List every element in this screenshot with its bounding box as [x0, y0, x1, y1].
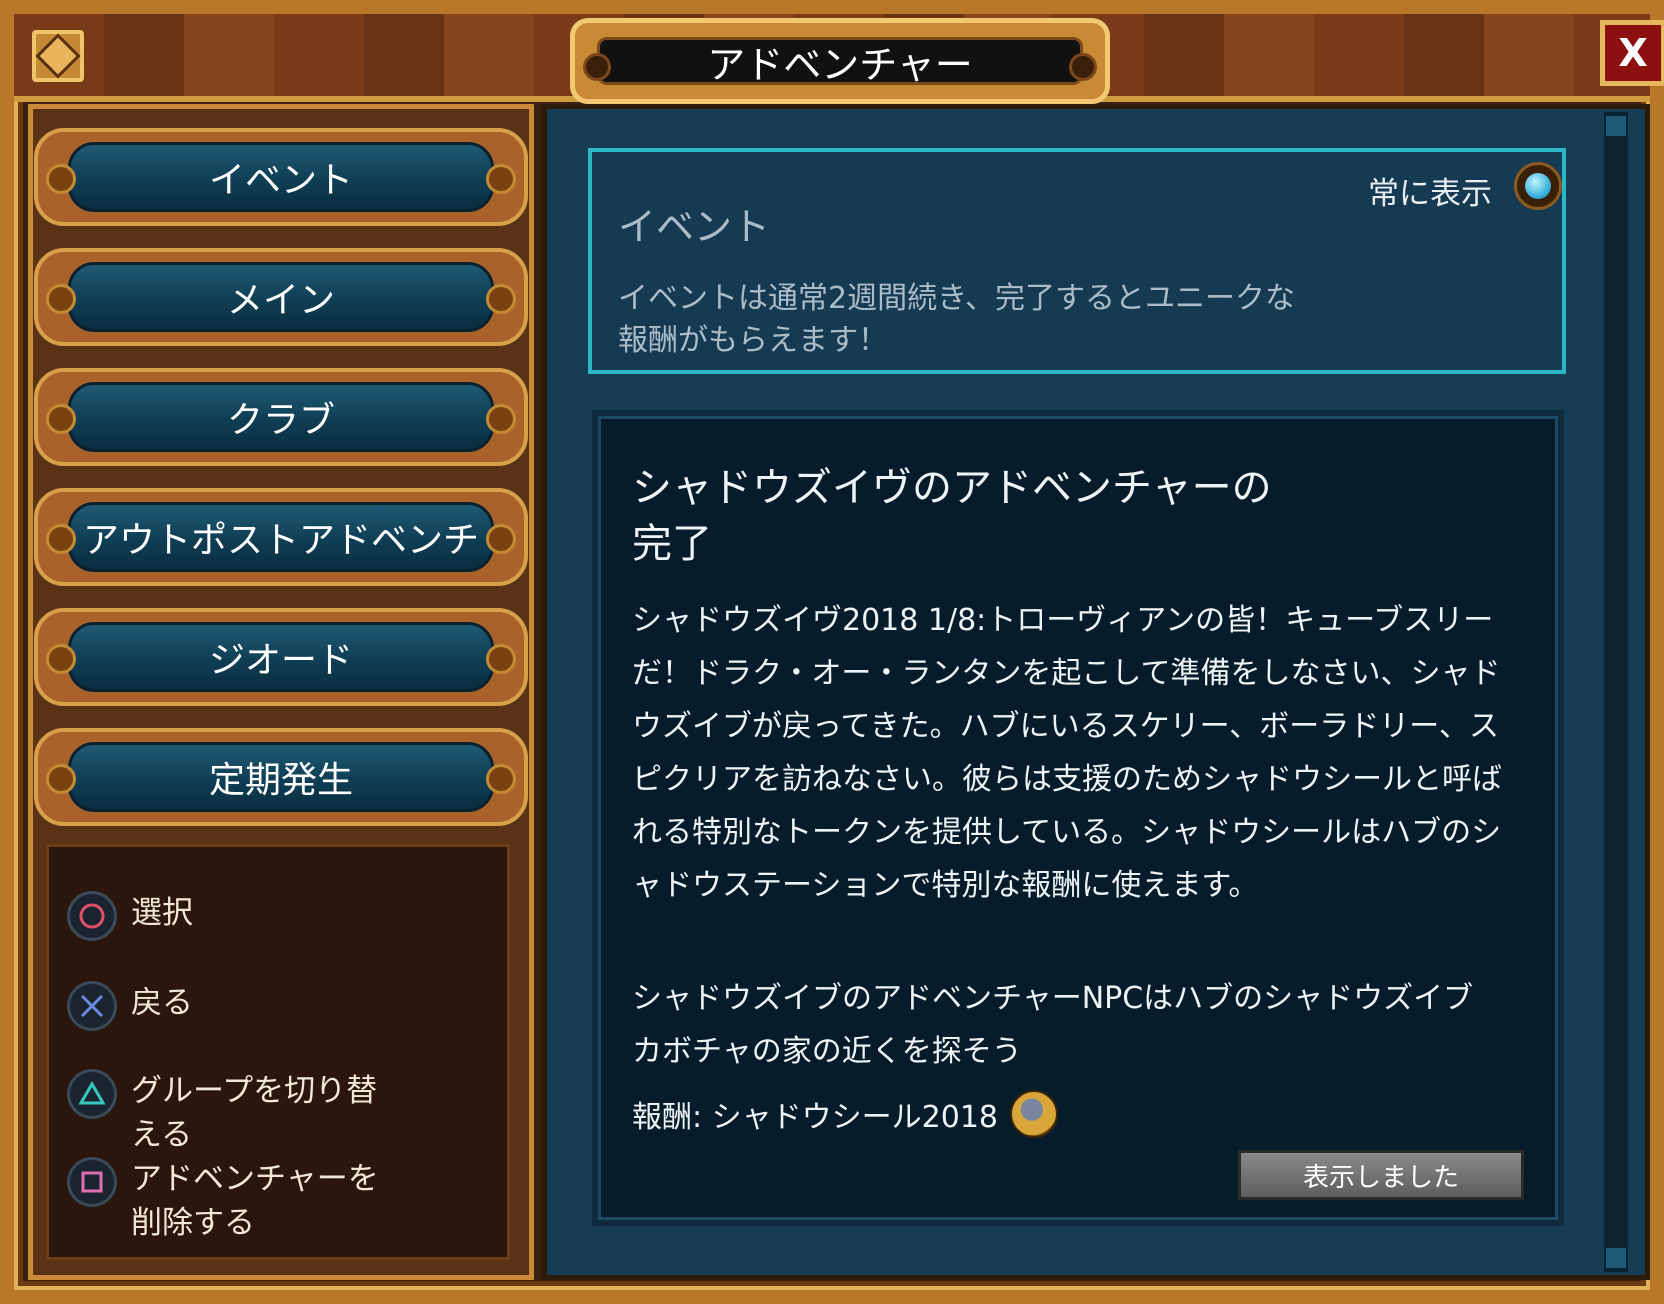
control-hint-delete: アドベンチャーを削除する: [67, 1157, 401, 1245]
bolt-icon: [1069, 53, 1097, 81]
square-button-icon: [67, 1157, 117, 1207]
title-inner: アドベンチャー: [597, 37, 1083, 87]
nav-item-geode[interactable]: ジオード: [28, 604, 534, 710]
nav-item-event[interactable]: イベント: [28, 124, 534, 230]
scroll-up-cap[interactable]: [1606, 116, 1626, 136]
control-hint-back: 戻る: [67, 981, 401, 1031]
nav-item-label: メイン: [68, 262, 494, 332]
close-button[interactable]: X: [1600, 20, 1664, 86]
control-hint-label: 選択: [131, 895, 193, 931]
window-title: アドベンチャー: [707, 42, 973, 87]
nav-item-recurring[interactable]: 定期発生: [28, 724, 534, 830]
knob-icon: [486, 524, 516, 554]
shadow-seal-icon: [1010, 1090, 1058, 1138]
nav-item-club[interactable]: クラブ: [28, 364, 534, 470]
nav-item-label: ジオード: [68, 622, 494, 692]
diamond-icon: [35, 33, 81, 79]
nav-item-outpost[interactable]: アウトポストアドベンチ: [28, 484, 534, 590]
adventure-hint: シャドウズイブのアドベンチャーNPCはハブのシャドウズイブカボチャの家の近くを探…: [632, 981, 1474, 1069]
knob-icon: [46, 284, 76, 314]
knob-icon: [486, 644, 516, 674]
adventure-title: シャドウズイヴのアドベンチャーの完了: [632, 465, 1272, 567]
knob-icon: [46, 764, 76, 794]
circle-button-icon: [67, 891, 117, 941]
reward-row: 報酬: シャドウシール2018: [632, 1090, 1058, 1138]
adventure-description: シャドウズイヴ2018 1/8:トローヴィアンの皆！キューブスリーだ！ドラク・オ…: [632, 603, 1502, 903]
nav-item-label: 定期発生: [68, 742, 494, 812]
knob-icon: [46, 524, 76, 554]
knob-icon: [46, 404, 76, 434]
category-description: イベントは通常2週間続き、完了するとユニークな報酬がもらえます！: [618, 281, 1295, 358]
category-title: イベント: [618, 205, 771, 249]
knob-icon: [486, 164, 516, 194]
menu-button[interactable]: [32, 30, 84, 82]
category-info: イベント イベントは通常2週間続き、完了するとユニークな報酬がもらえます！ 常に…: [588, 148, 1566, 374]
cross-button-icon: [67, 981, 117, 1031]
nav-item-label: アウトポストアドベンチ: [68, 502, 494, 572]
knob-icon: [486, 404, 516, 434]
nav-item-label: クラブ: [68, 382, 494, 452]
always-show-toggle[interactable]: [1514, 162, 1562, 210]
adventure-card: シャドウズイヴのアドベンチャーの完了 シャドウズイヴ2018 1/8:トローヴィ…: [592, 410, 1564, 1226]
knob-icon: [486, 764, 516, 794]
triangle-button-icon: [67, 1069, 117, 1119]
control-hint-label: 戻る: [131, 985, 193, 1021]
scrollbar[interactable]: [1604, 112, 1628, 1272]
seen-button[interactable]: 表示しました: [1238, 1150, 1524, 1200]
reward-label: 報酬: シャドウシール2018: [632, 1100, 998, 1135]
control-hint-label: グループを切り替える: [131, 1073, 378, 1153]
knob-icon: [486, 284, 516, 314]
nav-item-label: イベント: [68, 142, 494, 212]
scroll-down-cap[interactable]: [1606, 1248, 1626, 1268]
nav-item-main[interactable]: メイン: [28, 244, 534, 350]
control-hint-label: アドベンチャーを削除する: [131, 1161, 379, 1241]
knob-icon: [46, 644, 76, 674]
control-hint-switch-group: グループを切り替える: [67, 1069, 401, 1157]
bolt-icon: [583, 53, 611, 81]
title-bar: アドベンチャー X: [14, 14, 1664, 104]
controls-help: 選択 戻る グループを切り替える アドベンチャーを削除する: [46, 844, 510, 1260]
control-hint-select: 選択: [67, 891, 401, 941]
title-plate: アドベンチャー: [570, 18, 1110, 104]
knob-icon: [46, 164, 76, 194]
always-show-label: 常に表示: [1368, 176, 1492, 212]
